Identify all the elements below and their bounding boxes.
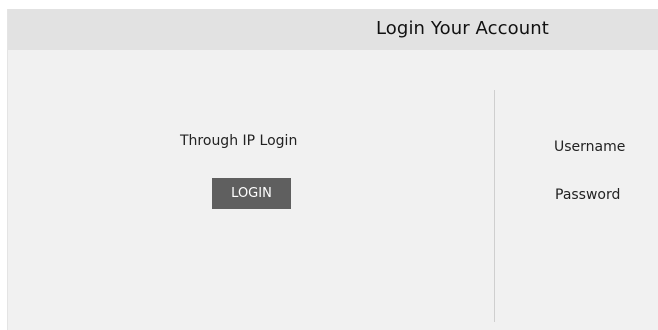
page-title: Login Your Account (376, 18, 549, 39)
panel-header: Login Your Account (8, 9, 658, 50)
ip-login-button[interactable]: LOGIN (212, 178, 291, 209)
username-label: Username (554, 139, 626, 155)
login-panel: Login Your Account Through IP Login LOGI… (7, 9, 658, 330)
ip-login-label: Through IP Login (180, 133, 298, 149)
section-divider (494, 90, 495, 322)
password-label: Password (555, 187, 621, 203)
